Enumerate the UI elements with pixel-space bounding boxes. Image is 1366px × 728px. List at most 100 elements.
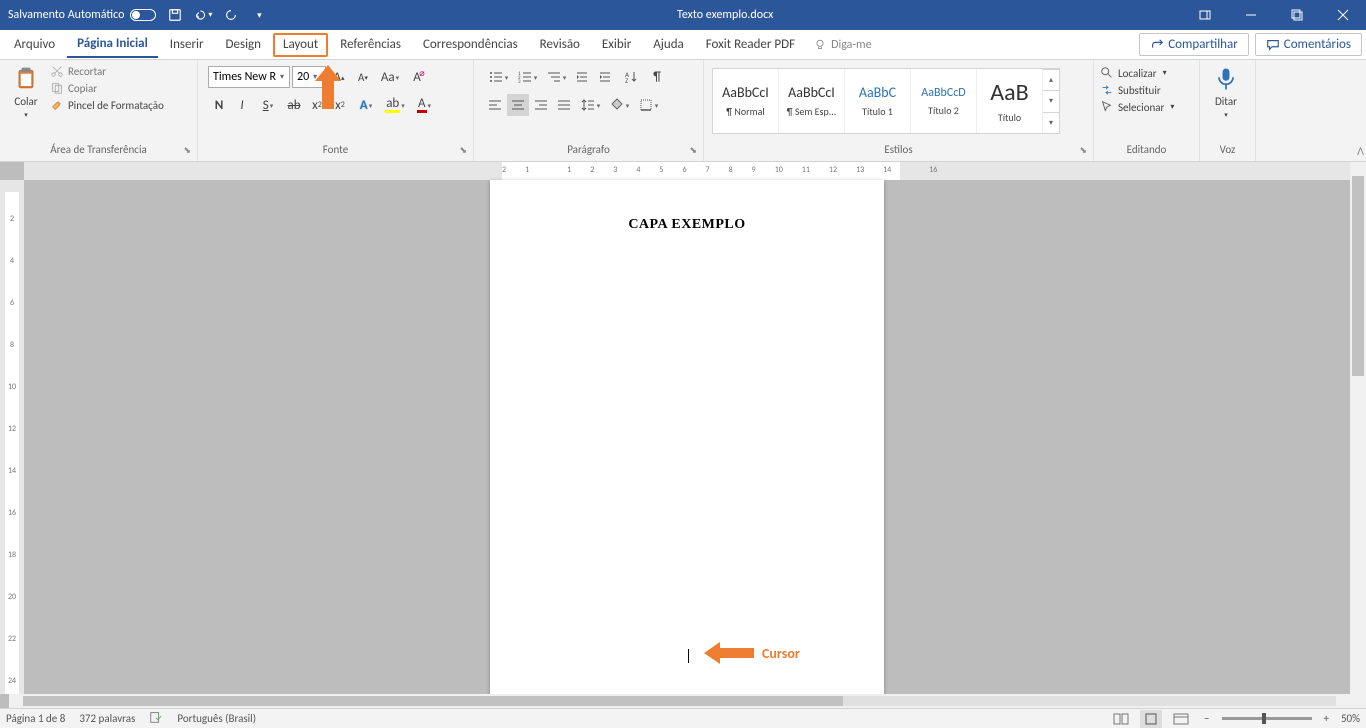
tab-review[interactable]: Revisão [530, 33, 590, 57]
maximize-icon[interactable] [1274, 0, 1320, 30]
qat-dropdown-icon[interactable]: ▾ [250, 6, 268, 24]
style-title[interactable]: AaBTítulo [977, 69, 1043, 133]
style-normal[interactable]: AaBbCcI¶ Normal [713, 69, 779, 133]
decrease-indent-icon[interactable] [571, 66, 593, 88]
tab-insert[interactable]: Inserir [160, 33, 214, 57]
multilevel-list-icon[interactable]: ▾ [542, 66, 570, 88]
bullets-icon[interactable]: ▾ [484, 66, 512, 88]
clear-formatting-icon[interactable]: A⌀ [406, 66, 428, 88]
gallery-more-icon[interactable]: ▾ [1043, 112, 1059, 133]
web-layout-icon[interactable] [1170, 710, 1192, 728]
clipboard-launcher-icon[interactable]: ⬊ [183, 145, 191, 156]
gallery-up-icon[interactable]: ▴ [1043, 69, 1059, 90]
font-launcher-icon[interactable]: ⬊ [459, 145, 467, 156]
highlight-button[interactable]: ab▾ [381, 94, 409, 116]
style-nospacing[interactable]: AaBbCcI¶ Sem Esp... [779, 69, 845, 133]
underline-button[interactable]: S▾ [254, 94, 282, 116]
scissors-icon [50, 64, 64, 78]
styles-launcher-icon[interactable]: ⬊ [1079, 145, 1087, 156]
dictate-button[interactable]: Ditar▾ [1204, 62, 1248, 122]
read-mode-icon[interactable] [1110, 710, 1132, 728]
tab-references[interactable]: Referências [330, 33, 411, 57]
search-icon [1100, 66, 1114, 80]
replace-icon [1100, 83, 1114, 97]
tab-mailings[interactable]: Correspondências [413, 33, 528, 57]
word-count[interactable]: 372 palavras [79, 712, 135, 725]
autosave-toggle[interactable]: Salvamento Automático [8, 8, 156, 22]
toggle-off-icon[interactable] [130, 9, 156, 21]
styles-gallery[interactable]: AaBbCcI¶ Normal AaBbCcI¶ Sem Esp... AaBb… [712, 68, 1060, 134]
text-effects-icon[interactable]: A▾ [352, 94, 380, 116]
redo-icon[interactable] [222, 6, 240, 24]
zoom-out-button[interactable]: − [1200, 712, 1213, 725]
undo-icon[interactable]: ▾ [194, 6, 212, 24]
find-button[interactable]: Localizar▾ [1100, 66, 1174, 80]
replace-button[interactable]: Substituir [1100, 83, 1174, 97]
document-page[interactable]: CAPA EXEMPLO Cursor [490, 180, 884, 708]
ribbon-display-icon[interactable] [1182, 0, 1228, 30]
zoom-in-button[interactable]: + [1320, 712, 1333, 725]
tab-home[interactable]: Página Inicial [67, 32, 158, 58]
tab-layout[interactable]: Layout [273, 33, 328, 57]
font-color-button[interactable]: A▾ [410, 94, 438, 116]
tab-view[interactable]: Exibir [592, 33, 641, 57]
cut-button: Recortar [50, 64, 164, 78]
clipboard-icon [12, 65, 40, 93]
font-name-combo[interactable]: Times New R▾ [208, 66, 290, 88]
sort-icon[interactable]: AZ [617, 66, 645, 88]
show-marks-icon[interactable]: ¶ [646, 66, 668, 88]
format-painter-button[interactable]: Pincel de Formatação [50, 98, 164, 112]
para-launcher-icon[interactable]: ⬊ [689, 145, 697, 156]
shrink-font-icon[interactable]: A▾ [352, 66, 374, 88]
style-heading1[interactable]: AaBbCTítulo 1 [845, 69, 911, 133]
zoom-level[interactable]: 50% [1341, 712, 1360, 725]
document-heading: CAPA EXEMPLO [490, 217, 884, 233]
ribbon-tabs: Arquivo Página Inicial Inserir Design La… [0, 30, 1366, 60]
zoom-slider[interactable] [1222, 717, 1312, 720]
shading-icon[interactable]: ▾ [605, 94, 633, 116]
page-indicator[interactable]: Página 1 de 8 [6, 712, 65, 725]
tell-me-search[interactable]: Diga-me [807, 36, 878, 54]
increase-indent-icon[interactable] [594, 66, 616, 88]
horizontal-ruler[interactable]: 21123456789101112131416 [24, 162, 1350, 180]
bold-button[interactable]: N [208, 94, 230, 116]
comments-button[interactable]: Comentários [1255, 33, 1362, 56]
language-indicator[interactable]: Português (Brasil) [177, 712, 256, 725]
gallery-down-icon[interactable]: ▾ [1043, 90, 1059, 111]
tab-foxit[interactable]: Foxit Reader PDF [696, 33, 805, 57]
borders-icon[interactable]: ▾ [634, 94, 662, 116]
align-center-icon[interactable] [507, 94, 529, 116]
tab-file[interactable]: Arquivo [4, 33, 65, 57]
line-spacing-icon[interactable]: ▾ [576, 94, 604, 116]
close-icon[interactable] [1320, 0, 1366, 30]
tab-help[interactable]: Ajuda [643, 33, 694, 57]
align-left-icon[interactable] [484, 94, 506, 116]
vertical-ruler[interactable]: 24681012141618202224 [0, 180, 24, 694]
document-area[interactable]: 21123456789101112131416 2468101214161820… [0, 162, 1366, 708]
vertical-scrollbar[interactable] [1350, 162, 1366, 708]
tab-design[interactable]: Design [216, 33, 271, 57]
justify-icon[interactable] [553, 94, 575, 116]
minimize-icon[interactable] [1228, 0, 1274, 30]
ribbon: Colar ▾ Recortar Copiar Pincel de Format… [0, 60, 1366, 162]
microphone-icon [1212, 65, 1240, 93]
copy-button: Copiar [50, 81, 164, 95]
spellcheck-icon[interactable] [149, 710, 163, 727]
align-right-icon[interactable] [530, 94, 552, 116]
select-button[interactable]: Selecionar▾ [1100, 100, 1174, 114]
horizontal-scrollbar[interactable] [9, 694, 1350, 708]
italic-button[interactable]: I [231, 94, 253, 116]
style-heading2[interactable]: AaBbCcDTítulo 2 [911, 69, 977, 133]
numbering-icon[interactable]: 123▾ [513, 66, 541, 88]
document-title: Texto exemplo.docx [268, 8, 1182, 22]
share-icon [1150, 38, 1164, 52]
copy-icon [50, 81, 64, 95]
brush-icon [50, 98, 64, 112]
print-layout-icon[interactable] [1140, 710, 1162, 728]
strikethrough-button[interactable]: ab [283, 94, 305, 116]
share-button[interactable]: Compartilhar [1139, 33, 1249, 56]
save-icon[interactable] [166, 6, 184, 24]
collapse-ribbon-icon[interactable]: ᐱ [1357, 145, 1364, 158]
change-case-icon[interactable]: Aa▾ [376, 66, 404, 88]
paste-button[interactable]: Colar ▾ [4, 62, 48, 122]
